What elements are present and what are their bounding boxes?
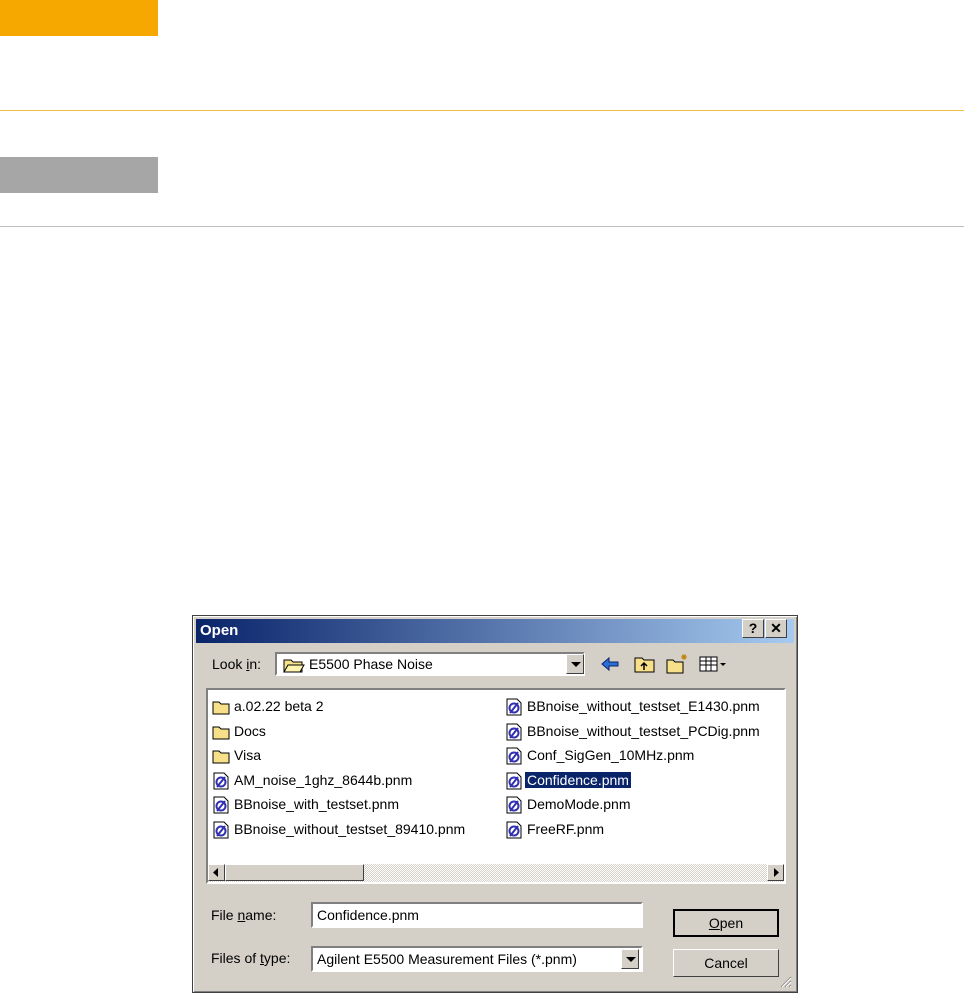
open-folder-icon — [283, 659, 305, 673]
list-item-label: Conf_SigGen_10MHz.pnm — [527, 747, 695, 763]
scroll-left-arrow-icon — [213, 868, 218, 877]
folder-icon — [212, 726, 230, 739]
list-item-label: Confidence.pnm — [524, 770, 632, 789]
folder-icon — [212, 701, 230, 715]
pnm-file-icon — [506, 698, 522, 716]
pnm-file-icon — [506, 772, 522, 789]
back-arrow-icon[interactable] — [598, 653, 622, 675]
pnm-file-icon — [213, 796, 229, 814]
horizontal-scrollbar[interactable] — [208, 864, 784, 882]
look-in-label: Look in: — [212, 656, 262, 672]
look-in-combo[interactable]: E5500 Phase Noise — [275, 652, 585, 676]
orange-header-tab — [0, 0, 158, 36]
file-name-input[interactable] — [311, 902, 643, 928]
gray-header-tab — [0, 157, 158, 193]
gray-divider — [0, 226, 964, 227]
files-of-type-dropdown-button[interactable] — [621, 949, 639, 969]
dialog-titlebar[interactable]: Open — [196, 619, 794, 643]
list-item-label: a.02.22 beta 2 — [234, 698, 324, 714]
new-folder-icon[interactable] — [665, 653, 689, 675]
list-item-label: BBnoise_without_testset_E1430.pnm — [527, 698, 760, 714]
files-of-type-value: Agilent E5500 Measurement Files (*.pnm) — [317, 951, 577, 967]
close-button[interactable]: ✕ — [765, 619, 787, 638]
up-folder-icon[interactable] — [633, 653, 657, 675]
pnm-file-icon — [506, 821, 522, 838]
look-in-dropdown-button[interactable] — [566, 654, 584, 674]
scroll-right-arrow-icon — [774, 868, 779, 877]
pnm-file-icon — [506, 747, 522, 765]
help-button[interactable]: ? — [742, 619, 764, 638]
list-item-label: DemoMode.pnm — [527, 796, 631, 812]
scroll-thumb[interactable] — [225, 864, 364, 881]
list-item-label: FreeRF.pnm — [527, 820, 605, 837]
file-name-label: File name: — [211, 907, 277, 923]
open-dialog: Open ? ✕ Look in: E5500 Phase Noise a.02… — [192, 615, 798, 993]
scroll-left-button[interactable] — [208, 864, 225, 881]
files-of-type-combo[interactable]: Agilent E5500 Measurement Files (*.pnm) — [311, 946, 643, 972]
file-list[interactable]: a.02.22 beta 2 Docs Visa AM_noise_1ghz_8644… — [206, 688, 786, 884]
orange-divider — [0, 110, 964, 111]
pnm-file-icon — [213, 821, 229, 838]
view-menu-icon[interactable] — [698, 653, 728, 675]
list-item-label: Docs — [234, 722, 266, 739]
pnm-file-icon — [506, 796, 522, 814]
list-item-label: AM_noise_1ghz_8644b.pnm — [234, 771, 413, 788]
look-in-value: E5500 Phase Noise — [309, 656, 433, 672]
files-of-type-label: Files of type: — [211, 950, 291, 966]
pnm-file-icon — [213, 772, 229, 789]
list-item-label: BBnoise_with_testset.pnm — [234, 796, 399, 812]
list-item-label: BBnoise_without_testset_89410.pnm — [234, 820, 466, 837]
cancel-button[interactable]: Cancel — [673, 949, 779, 977]
list-item-label: Visa — [234, 747, 261, 763]
scroll-right-button[interactable] — [767, 864, 784, 881]
folder-icon — [212, 750, 230, 764]
open-button[interactable]: Open — [673, 909, 779, 937]
pnm-file-icon — [506, 723, 522, 740]
dialog-title: Open — [200, 622, 239, 639]
list-item-label: BBnoise_without_testset_PCDig.pnm — [527, 722, 760, 739]
resize-grip-icon[interactable] — [778, 974, 792, 988]
